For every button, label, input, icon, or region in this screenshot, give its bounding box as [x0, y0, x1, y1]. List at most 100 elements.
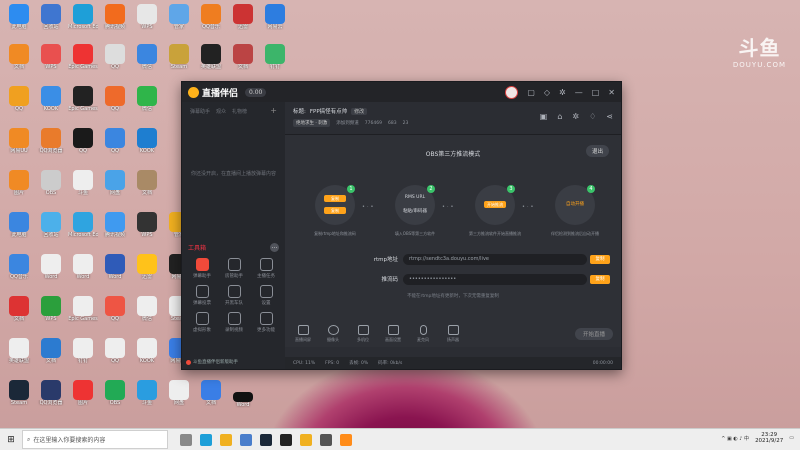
edge-icon[interactable] — [200, 433, 212, 446]
desktop-icon[interactable]: QQ — [100, 338, 130, 364]
desktop-icon[interactable]: 文档 — [196, 380, 226, 406]
desktop-icon[interactable]: Word — [228, 392, 258, 408]
tool-danmaku[interactable]: 弹幕助手 — [186, 258, 218, 279]
desktop-icon[interactable]: QQ — [100, 128, 130, 154]
tool-room-admin[interactable]: 房管助手 — [218, 258, 250, 279]
copy-rtmp-button[interactable]: 复制 — [590, 254, 610, 264]
desktop-icon[interactable]: 腾讯视频 — [100, 4, 130, 30]
desktop-icon[interactable]: Steam — [4, 380, 34, 406]
desktop-icon[interactable]: 网盘 — [164, 380, 194, 406]
desktop-icon[interactable]: QQ — [4, 86, 34, 112]
copy-button[interactable]: 复制 — [324, 195, 346, 202]
desktop-icon[interactable]: QQ — [100, 86, 130, 112]
minimize-icon[interactable]: — — [575, 88, 583, 97]
tab-danmaku[interactable]: 弹幕助手 — [190, 108, 210, 115]
desktop-icon[interactable]: 腾讯视频 — [100, 212, 130, 238]
desktop-icon[interactable]: WPS — [132, 212, 162, 238]
speaker-button[interactable]: 扬声器 — [443, 325, 463, 343]
desktop-icon[interactable]: WPS — [36, 44, 66, 70]
tool-avatar[interactable]: 虚拟形象 — [186, 312, 218, 333]
desktop-icon[interactable]: KOOK — [36, 86, 66, 112]
settings-icon[interactable]: ✲ — [572, 112, 579, 121]
more-icon[interactable]: … — [270, 243, 279, 252]
desktop-icon[interactable]: 文档 — [4, 296, 34, 322]
desktop-icon[interactable]: 迅雷 — [228, 4, 258, 30]
copy-key-button[interactable]: 复制 — [590, 274, 610, 284]
desktop-icon[interactable]: Microsoft Edge — [68, 4, 98, 30]
desktop-icon[interactable]: OBS — [36, 170, 66, 196]
folder-icon[interactable] — [220, 433, 232, 446]
desktop-icon[interactable]: 管家 — [164, 4, 194, 30]
desktop-icon[interactable]: 网易UU — [4, 128, 34, 154]
share-icon[interactable]: ⋖ — [606, 112, 613, 121]
desktop-icon[interactable]: Word — [100, 254, 130, 280]
desktop-icon[interactable]: 微信 — [132, 86, 162, 112]
bell-icon[interactable]: ♢ — [589, 112, 596, 121]
obs-icon[interactable] — [320, 433, 332, 446]
desktop-icon[interactable]: 文档 — [4, 44, 34, 70]
desktop-icon[interactable]: 迅雷 — [132, 254, 162, 280]
desktop-icon[interactable]: 网易云 — [260, 4, 290, 30]
desktop-icon[interactable]: 此电脑 — [4, 4, 34, 30]
gift-icon[interactable]: ◇ — [544, 88, 550, 97]
tool-tasks[interactable]: 主播任务 — [250, 258, 282, 279]
steam-icon[interactable] — [260, 433, 272, 446]
tool-more[interactable]: 更多功能 — [250, 312, 282, 333]
desktop-icon[interactable]: 斗鱼 — [132, 380, 162, 406]
desktop-icon[interactable]: 钉钉 — [68, 338, 98, 364]
camera-button[interactable]: 摄像头 — [323, 325, 343, 343]
desktop-icon[interactable]: KOOK — [132, 128, 162, 154]
desktop-icon[interactable]: 图片 — [68, 380, 98, 406]
desktop-icon[interactable]: Word — [68, 254, 98, 280]
app-icon[interactable] — [300, 433, 312, 446]
desktop-icon[interactable]: QQ — [100, 44, 130, 70]
app-icon[interactable] — [280, 433, 292, 446]
desktop-icon[interactable]: QQ — [100, 296, 130, 322]
taskbar-search[interactable]: ⌕ 在这里输入你要搜索的内容 — [22, 430, 168, 449]
tab-gift-rank[interactable]: 礼物榜 — [232, 108, 247, 115]
desktop-icon[interactable]: QQ — [68, 128, 98, 154]
desktop-icon[interactable]: 微信 — [132, 44, 162, 70]
desktop-icon[interactable]: QQ浏览器 — [36, 380, 66, 406]
desktop-icon[interactable]: QQ音乐 — [4, 254, 34, 280]
desktop-icon[interactable]: Steam — [164, 44, 194, 70]
settings-icon[interactable]: ✲ — [559, 88, 566, 97]
desktop-icon[interactable]: 此电脑 — [4, 212, 34, 238]
tab-audience[interactable]: 观众 — [216, 108, 226, 115]
microphone-button[interactable]: 麦克风 — [413, 325, 433, 343]
close-icon[interactable]: ✕ — [608, 88, 615, 97]
start-push-button[interactable]: 开始推流 — [484, 201, 506, 208]
message-icon[interactable]: ▢ — [527, 88, 535, 97]
desktop-icon[interactable]: Microsoft Edge — [68, 212, 98, 238]
desktop-icon[interactable]: Epic Games — [68, 86, 98, 112]
add-tab-icon[interactable]: + — [270, 107, 277, 115]
desktop-icon[interactable]: 网盘 — [100, 170, 130, 196]
douyu-icon[interactable] — [340, 433, 352, 446]
go-live-button[interactable]: 开始直播 — [574, 328, 613, 340]
maximize-icon[interactable]: □ — [592, 88, 600, 97]
exit-button[interactable]: 退出 — [585, 145, 609, 157]
desktop-icon[interactable]: Epic Games — [68, 296, 98, 322]
desktop-icon[interactable]: KOOK — [132, 338, 162, 364]
rtmp-input[interactable]: rtmp://sendtc3a.douyu.com/live — [403, 253, 587, 265]
category-badge[interactable]: 绝地求生 · 刺激 — [293, 119, 331, 127]
desktop-icon[interactable]: 回收站 — [36, 4, 66, 30]
screen-share-button[interactable]: 直播间屏 — [293, 325, 313, 343]
gift-icon[interactable]: ▣ — [540, 112, 548, 121]
copy-button[interactable]: 复制 — [324, 207, 346, 214]
tool-team[interactable]: 开黑车队 — [218, 285, 250, 306]
desktop-icon[interactable]: WPS — [36, 296, 66, 322]
desktop-icon[interactable]: 图片 — [4, 170, 34, 196]
desktop-icon[interactable]: QQ音乐 — [196, 4, 226, 30]
sidebar-footer[interactable]: 斗鱼直播伴侣新版助手 — [186, 359, 238, 365]
notification-icon[interactable]: ▭ — [789, 435, 794, 441]
avatar[interactable] — [505, 86, 519, 99]
desktop-icon[interactable]: Epic Games — [68, 44, 98, 70]
desktop-icon[interactable]: 回收站 — [36, 212, 66, 238]
tool-vote[interactable]: 弹幕投票 — [186, 285, 218, 306]
stream-key-input[interactable]: •••••••••••••••• — [403, 273, 587, 285]
desktop-icon[interactable]: OBS — [100, 380, 130, 406]
lock-icon[interactable]: ⌂ — [557, 112, 562, 121]
desktop-icon[interactable]: WPS — [132, 4, 162, 30]
desktop-icon[interactable]: 文档 — [36, 338, 66, 364]
